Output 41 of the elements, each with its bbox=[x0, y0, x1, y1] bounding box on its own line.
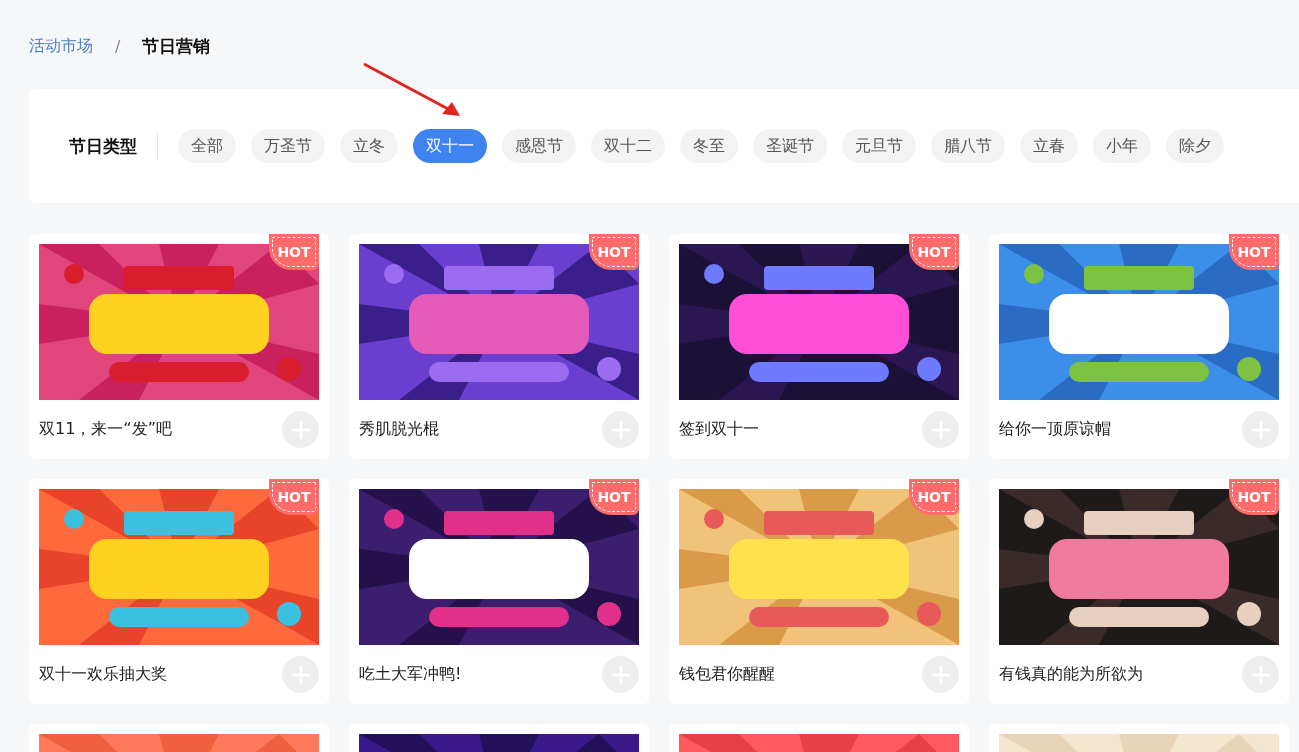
filter-chip[interactable]: 全部 bbox=[178, 129, 236, 163]
breadcrumb-current: 节日营销 bbox=[142, 34, 211, 58]
hot-badge: HOT bbox=[589, 479, 639, 515]
filter-chip[interactable]: 除夕 bbox=[1166, 129, 1224, 163]
hot-badge: HOT bbox=[269, 479, 319, 515]
filter-chip[interactable]: 圣诞节 bbox=[753, 129, 827, 163]
hot-badge: HOT bbox=[269, 234, 319, 270]
breadcrumb-separator: / bbox=[115, 36, 121, 56]
template-card[interactable]: HOT 双11，来一“发”吧 bbox=[29, 234, 329, 459]
filter-chip[interactable]: 双十二 bbox=[591, 129, 665, 163]
card-title: 秀肌脱光棍 bbox=[359, 419, 439, 440]
hot-badge: HOT bbox=[909, 479, 959, 515]
filter-chip[interactable]: 万圣节 bbox=[251, 129, 325, 163]
breadcrumb-link[interactable]: 活动市场 bbox=[29, 35, 93, 57]
card-title: 吃土大军冲鸭! bbox=[359, 664, 462, 685]
template-card[interactable]: HOT 给你一顶原谅帽 bbox=[989, 234, 1289, 459]
filter-chip[interactable]: 小年 bbox=[1093, 129, 1151, 163]
filter-chip[interactable]: 元旦节 bbox=[842, 129, 916, 163]
card-title: 钱包君你醒醒 bbox=[679, 664, 775, 685]
template-card[interactable]: HOT 签到双十一 bbox=[669, 234, 969, 459]
card-title: 双11，来一“发”吧 bbox=[39, 419, 172, 440]
card-title: 双十一欢乐抽大奖 bbox=[39, 664, 167, 685]
hot-badge: HOT bbox=[1229, 479, 1279, 515]
template-card[interactable]: HOT 秀肌脱光棍 bbox=[349, 234, 649, 459]
hot-badge: HOT bbox=[909, 234, 959, 270]
filter-label: 节日类型 bbox=[69, 134, 137, 158]
filter-chip[interactable]: 冬至 bbox=[680, 129, 738, 163]
filter-chip[interactable]: 腊八节 bbox=[931, 129, 1005, 163]
filter-chip[interactable]: 双十一 bbox=[413, 129, 487, 163]
template-card[interactable]: HOT 双十一欢乐抽大奖 bbox=[29, 479, 329, 704]
card-title: 给你一顶原谅帽 bbox=[999, 419, 1111, 440]
template-card[interactable]: HOT 钱包君你醒醒 bbox=[669, 479, 969, 704]
filter-chip[interactable]: 立冬 bbox=[340, 129, 398, 163]
card-title: 有钱真的能为所欲为 bbox=[999, 664, 1143, 685]
filter-chip[interactable]: 感恩节 bbox=[502, 129, 576, 163]
hot-badge: HOT bbox=[1229, 234, 1279, 270]
filter-chip[interactable]: 立春 bbox=[1020, 129, 1078, 163]
hot-badge: HOT bbox=[589, 234, 639, 270]
template-card[interactable]: HOT 吃土大军冲鸭! bbox=[349, 479, 649, 704]
template-card[interactable]: HOT 有钱真的能为所欲为 bbox=[989, 479, 1289, 704]
card-title: 签到双十一 bbox=[679, 419, 759, 440]
